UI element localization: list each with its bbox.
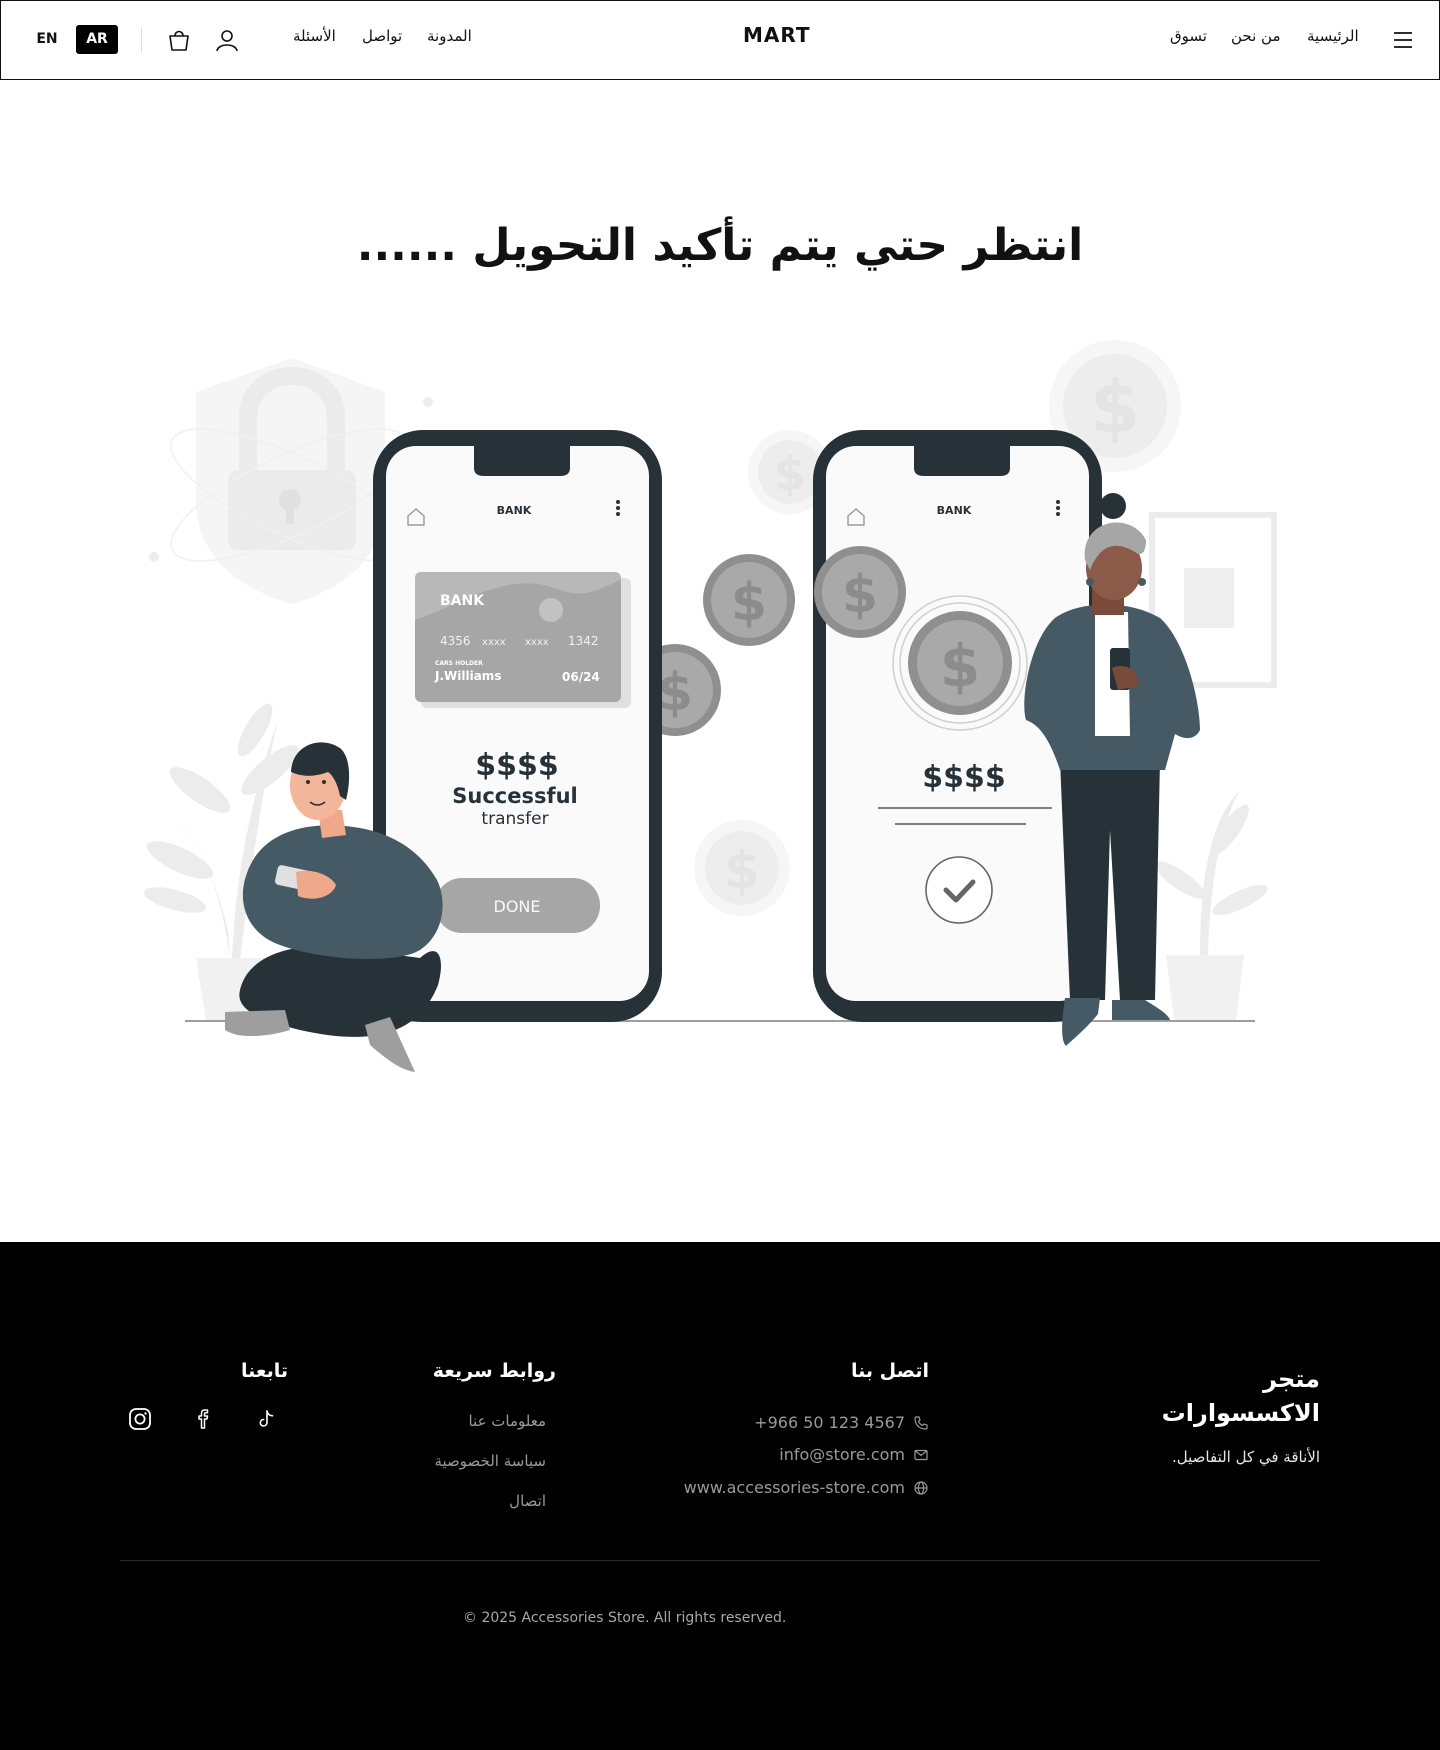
svg-text:DONE: DONE: [494, 897, 541, 916]
svg-text:CARS HOLDER: CARS HOLDER: [435, 660, 483, 667]
nav-faq[interactable]: الأسئلة: [293, 27, 336, 45]
footer-website-text: www.accessories-store.com: [683, 1478, 905, 1497]
svg-text:$$$$: $$$$: [475, 748, 559, 783]
svg-text:$: $: [1090, 365, 1140, 449]
svg-text:BANK: BANK: [497, 504, 532, 517]
svg-text:$: $: [731, 573, 767, 633]
more-vertical-icon: [616, 500, 620, 516]
check-circle-icon: [925, 856, 993, 924]
nav-contact[interactable]: تواصل: [362, 27, 402, 45]
footer-brand-line2: الاكسسوارات: [1161, 1399, 1320, 1427]
site-logo[interactable]: MART: [743, 23, 811, 47]
svg-text:06/24: 06/24: [562, 670, 600, 684]
svg-text:$: $: [774, 447, 806, 501]
tiktok-icon[interactable]: [254, 1406, 280, 1432]
lang-ar-button[interactable]: AR: [76, 25, 118, 54]
footer-phone[interactable]: +966 50 123 4567: [754, 1413, 929, 1432]
more-vertical-icon: [1056, 500, 1060, 516]
footer-tagline: الأناقة في كل التفاصيل.: [1172, 1448, 1320, 1466]
footer-copyright: © 2025 Accessories Store. All rights res…: [463, 1610, 787, 1626]
footer-divider: [120, 1560, 1320, 1561]
lang-en-button[interactable]: EN: [31, 25, 63, 54]
nav-shop[interactable]: تسوق: [1170, 27, 1207, 45]
phone-icon: [914, 1415, 928, 1430]
page-title: انتظر حتي يتم تأكيد التحويل ......: [356, 220, 1084, 271]
footer-email[interactable]: info@store.com: [779, 1445, 929, 1464]
bank-card: BANK 4356 xxxx xxxx 1342 CARS HOLDER J.W…: [415, 572, 631, 708]
svg-text:$: $: [842, 565, 878, 625]
user-icon[interactable]: [213, 26, 241, 54]
nav-about[interactable]: من نحن: [1231, 27, 1281, 45]
svg-text:BANK: BANK: [440, 593, 485, 609]
site-header: EN AR الأسئلة تواصل المدونة MART تسوق من…: [0, 0, 1440, 80]
transfer-illustration: $ $ $ $ $ BANK BANK 4356 xxxx xxxx 1342 …: [143, 340, 1277, 1072]
globe-icon: [914, 1480, 928, 1495]
footer-contact-title: اتصل بنا: [851, 1360, 929, 1382]
svg-text:$$$$: $$$$: [922, 760, 1006, 795]
svg-text:BANK: BANK: [937, 504, 972, 517]
facebook-icon[interactable]: [191, 1406, 217, 1432]
svg-text:transfer: transfer: [481, 809, 548, 829]
footer-brand-line1: متجر: [1263, 1365, 1320, 1393]
footer-phone-text: +966 50 123 4567: [754, 1413, 905, 1432]
menu-icon[interactable]: [1393, 31, 1413, 49]
svg-text:J.Williams: J.Williams: [434, 669, 501, 683]
coin-right-top: $: [814, 546, 906, 638]
svg-text:4356: 4356: [440, 634, 471, 648]
coin-in-phone: $: [892, 595, 1028, 731]
plant-right: [1154, 790, 1268, 1020]
footer-link-contact[interactable]: اتصال: [509, 1492, 546, 1510]
site-footer: متجر الاكسسوارات الأناقة في كل التفاصيل.…: [0, 1242, 1440, 1750]
svg-text:1342: 1342: [568, 634, 599, 648]
instagram-icon[interactable]: [127, 1406, 153, 1432]
done-button: DONE: [435, 878, 600, 933]
svg-text:$: $: [657, 663, 693, 723]
nav-home[interactable]: الرئيسية: [1307, 27, 1359, 45]
header-divider: [141, 27, 142, 53]
footer-link-privacy[interactable]: سياسة الخصوصية: [434, 1452, 546, 1470]
coin-mid-1: $: [703, 554, 795, 646]
shopping-bag-icon[interactable]: [165, 26, 193, 54]
footer-brand: متجر الاكسسوارات: [1162, 1362, 1320, 1430]
nav-blog[interactable]: المدونة: [427, 27, 472, 45]
mail-icon: [914, 1449, 928, 1460]
svg-text:$: $: [724, 841, 760, 901]
footer-link-about[interactable]: معلومات عنا: [468, 1412, 546, 1430]
svg-text:xxxx: xxxx: [525, 637, 549, 648]
svg-text:$: $: [940, 632, 980, 700]
svg-text:Successful: Successful: [452, 784, 578, 808]
footer-website[interactable]: www.accessories-store.com: [684, 1478, 929, 1497]
svg-text:xxxx: xxxx: [482, 637, 506, 648]
footer-email-text: info@store.com: [779, 1445, 905, 1464]
footer-follow-title: تابعنا: [240, 1360, 288, 1382]
footer-links-title: روابط سريعة: [432, 1360, 556, 1382]
